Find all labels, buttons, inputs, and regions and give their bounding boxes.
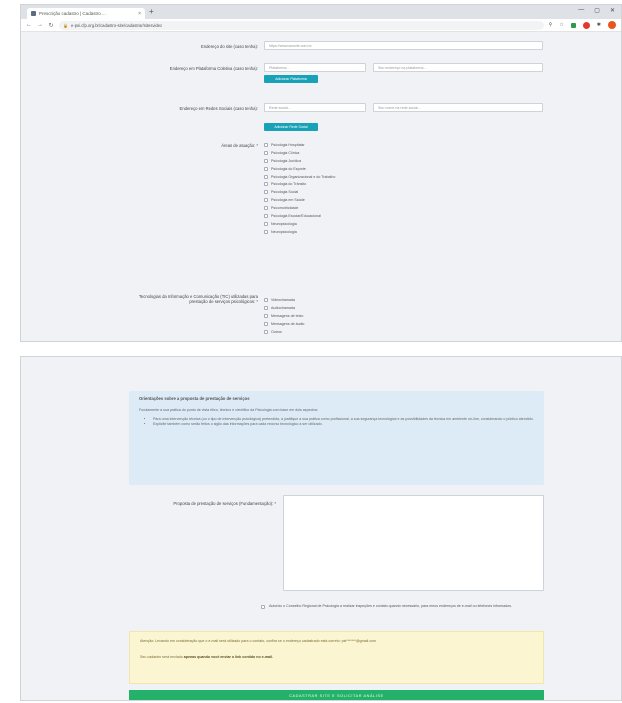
- window-controls: — ▢ ✕: [578, 7, 615, 14]
- add-platform-button[interactable]: Adicionar Plataforma: [264, 75, 318, 83]
- tab-title: Prescrição cadastro | Cadastro ...: [39, 11, 106, 16]
- authorization-option[interactable]: Autorizo o Conselho Regional de Psicolog…: [261, 604, 536, 609]
- area-option[interactable]: Neuropsicologia: [264, 220, 335, 228]
- platform-url-input[interactable]: Seu endereço na plataforma...: [373, 63, 543, 72]
- warning-send-text: Seu cadastro será enviado apenas quando …: [140, 655, 274, 659]
- checkbox[interactable]: [264, 313, 268, 318]
- lock-icon: 🔒: [63, 22, 68, 28]
- authorization-text: Autorizo o Conselho Regional de Psicolog…: [269, 604, 512, 608]
- checkbox[interactable]: [264, 158, 268, 163]
- browser-window-bottom: Prescrição cadastro | Cadastro ... × + —…: [20, 356, 622, 701]
- extension-red-icon[interactable]: [582, 21, 590, 29]
- checkbox[interactable]: [264, 198, 268, 203]
- social-name-input[interactable]: Rede social...: [264, 103, 366, 112]
- address-bar[interactable]: 🔒 e-psi.cfp.org.br/cadastro-site/cadastr…: [59, 20, 544, 30]
- checkbox[interactable]: [264, 213, 268, 218]
- extension-icon[interactable]: [570, 22, 576, 28]
- guidance-item: Explicite também como serão feitos o sig…: [153, 422, 534, 427]
- close-tab-icon[interactable]: ×: [138, 11, 141, 17]
- new-tab-button[interactable]: +: [149, 8, 154, 16]
- checkbox[interactable]: [264, 142, 268, 147]
- minimize-button[interactable]: —: [578, 7, 584, 14]
- guidance-intro: Fundamente a sua prática do ponto de vis…: [139, 408, 319, 412]
- area-option[interactable]: Psicologia Clínica: [264, 149, 335, 157]
- close-window-button[interactable]: ✕: [610, 7, 615, 14]
- checkbox[interactable]: [264, 190, 268, 195]
- checkbox[interactable]: [264, 182, 268, 187]
- back-icon[interactable]: ←: [26, 22, 32, 28]
- puzzle-icon[interactable]: ✱: [597, 22, 601, 28]
- social-url-input[interactable]: Seu nome na rede social...: [373, 103, 543, 112]
- area-option[interactable]: Psicologia Hospitalar: [264, 141, 335, 149]
- area-option[interactable]: Psicologia em Saúde: [264, 196, 335, 204]
- areas-label: Áreas de atuação: *: [221, 143, 258, 148]
- forward-icon[interactable]: →: [37, 22, 43, 28]
- tab-bar: Prescrição cadastro | Cadastro ... × + —…: [21, 5, 621, 19]
- warning-email-text: Atenção: Levando em consideração que o e…: [140, 639, 376, 643]
- checkbox[interactable]: [264, 229, 268, 234]
- page-content: Orientações sobre a proposta de prestaçã…: [21, 357, 621, 700]
- url-text: e-psi.cfp.org.br/cadastro-site/cadastrar…: [70, 22, 163, 28]
- checkbox[interactable]: [264, 150, 268, 155]
- guidance-box: Orientações sobre a proposta de prestaçã…: [129, 391, 544, 485]
- checkbox[interactable]: [264, 321, 268, 326]
- checkbox[interactable]: [264, 221, 268, 226]
- area-option[interactable]: Psicologia do Esporte: [264, 165, 335, 173]
- area-option[interactable]: Psicologia Social: [264, 188, 335, 196]
- tic-option[interactable]: Mensagens de áudio: [264, 320, 304, 328]
- page-content: Endereço do site (caso tenha): https://w…: [21, 32, 621, 341]
- checkbox[interactable]: [264, 174, 268, 179]
- platform-label: Endereço em Plataforma Coletiva (caso te…: [169, 66, 258, 71]
- social-label: Endereço em Redes Sociais (caso tenha):: [179, 106, 258, 111]
- checkbox[interactable]: [264, 166, 268, 171]
- reload-icon[interactable]: ↻: [48, 22, 54, 29]
- guidance-title: Orientações sobre a proposta de prestaçã…: [139, 396, 250, 401]
- tic-option[interactable]: Audiochamada: [264, 304, 304, 312]
- areas-checklist: Psicologia Hospitalar Psicologia Clínica…: [264, 141, 335, 236]
- site-label: Endereço do site (caso tenha):: [200, 44, 258, 49]
- area-option[interactable]: Psicologia Jurídica: [264, 157, 335, 165]
- tic-option[interactable]: Videochamada: [264, 296, 304, 304]
- checkbox[interactable]: [264, 329, 268, 334]
- extensions-area: ⚲ ☆ ✱: [549, 21, 616, 29]
- checkbox[interactable]: [264, 305, 268, 310]
- area-option[interactable]: Psicologia Escolar/Educacional: [264, 212, 335, 220]
- tic-option[interactable]: Mensagens de texto: [264, 312, 304, 320]
- nav-bar: ← → ↻ 🔒 e-psi.cfp.org.br/cadastro-site/c…: [21, 19, 621, 32]
- star-icon[interactable]: ☆: [559, 22, 563, 28]
- tic-label: Tecnologias da Informação e Comunicação …: [138, 294, 258, 305]
- area-option[interactable]: Psicologia Organizacional e do Trabalho: [264, 173, 335, 181]
- checkbox[interactable]: [264, 206, 268, 211]
- warning-box: Atenção: Levando em consideração que o e…: [129, 631, 544, 684]
- site-favicon-icon: [31, 11, 36, 16]
- checkbox[interactable]: [261, 605, 265, 609]
- search-icon[interactable]: ⚲: [549, 22, 553, 28]
- area-option[interactable]: Neuropsicologia: [264, 228, 335, 236]
- browser-window-top: Prescrição cadastro | Cadastro ... × + —…: [20, 4, 622, 342]
- site-input[interactable]: https://www.seusite.com.br: [264, 41, 543, 50]
- proposal-label: Proposta de prestação de serviços (Funda…: [173, 501, 276, 506]
- tic-checklist: Videochamada Audiochamada Mensagens de t…: [264, 296, 304, 335]
- browser-tab[interactable]: Prescrição cadastro | Cadastro ... ×: [27, 8, 145, 19]
- area-option[interactable]: Psicologia do Trânsito: [264, 180, 335, 188]
- area-option[interactable]: Psicomotricidade: [264, 204, 335, 212]
- checkbox[interactable]: [264, 297, 268, 302]
- tic-option[interactable]: Outros: [264, 328, 304, 336]
- profile-avatar[interactable]: [608, 21, 616, 29]
- maximize-button[interactable]: ▢: [594, 7, 600, 14]
- proposal-textarea[interactable]: [283, 495, 544, 591]
- platform-name-input[interactable]: Plataforma...: [264, 63, 366, 72]
- add-social-button[interactable]: Adicionar Rede Social: [264, 123, 318, 131]
- submit-button[interactable]: CADASTRAR SITE E SOLICITAR ANÁLISE: [129, 690, 544, 700]
